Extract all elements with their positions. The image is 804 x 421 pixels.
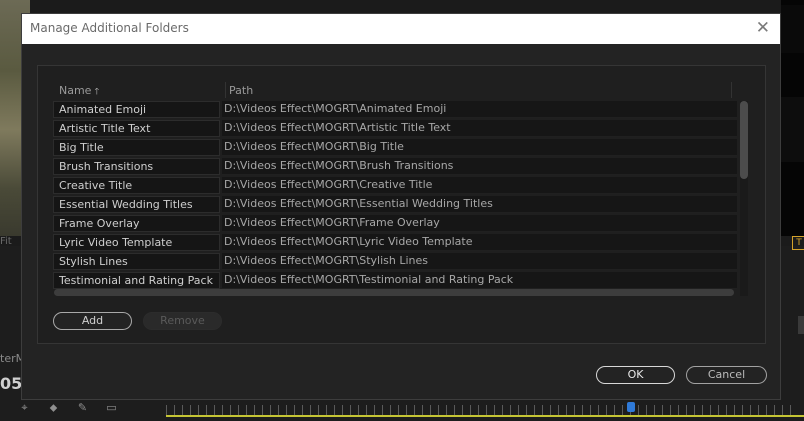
right-panel-block — [781, 5, 804, 53]
column-separator[interactable] — [225, 82, 226, 98]
vertical-scrollbar-thumb[interactable] — [740, 101, 748, 179]
folder-name-field[interactable]: Artistic Title Text — [53, 120, 220, 137]
table-row[interactable]: Big Title D:\Videos Effect\MOGRT\Big Tit… — [53, 138, 750, 157]
folder-name-field[interactable]: Big Title — [53, 139, 220, 156]
column-header-name-label: Name — [59, 84, 92, 97]
folder-path-cell[interactable]: D:\Videos Effect\MOGRT\Frame Overlay — [222, 215, 737, 232]
folder-list: Animated Emoji D:\Videos Effect\MOGRT\An… — [53, 100, 750, 298]
text-tool-badge[interactable]: T — [792, 236, 804, 250]
marker-icon[interactable]: ⬥ — [47, 401, 60, 414]
wrench-icon[interactable]: ✎ — [76, 401, 89, 414]
add-button[interactable]: Add — [53, 312, 132, 330]
playhead[interactable] — [627, 402, 635, 412]
captions-icon[interactable]: ▭ — [105, 401, 118, 414]
folder-path-cell[interactable]: D:\Videos Effect\MOGRT\Stylish Lines — [222, 253, 737, 270]
cancel-button[interactable]: Cancel — [686, 366, 767, 384]
timeline-toolbar: ⌖ ⬥ ✎ ▭ — [18, 401, 118, 414]
folder-name-field[interactable]: Testimonial and Rating Pack — [53, 272, 220, 289]
folder-name-field[interactable]: Creative Title — [53, 177, 220, 194]
column-header-name[interactable]: Name 🡑 — [59, 84, 99, 100]
vertical-scrollbar[interactable] — [740, 101, 748, 296]
table-row[interactable]: Lyric Video Template D:\Videos Effect\MO… — [53, 233, 750, 252]
table-row[interactable]: Testimonial and Rating Pack D:\Videos Ef… — [53, 271, 750, 290]
dialog-title: Manage Additional Folders — [30, 21, 189, 35]
table-row[interactable]: Brush Transitions D:\Videos Effect\MOGRT… — [53, 157, 750, 176]
timeline-work-area-bar — [166, 415, 804, 417]
folder-name-field[interactable]: Animated Emoji — [53, 101, 220, 118]
folder-list-panel: Name 🡑 Path Animated Emoji D:\Videos Effe… — [37, 65, 766, 344]
folder-path-cell[interactable]: D:\Videos Effect\MOGRT\Lyric Video Templ… — [222, 234, 737, 251]
folder-name-field[interactable]: Essential Wedding Titles — [53, 196, 220, 213]
column-separator[interactable] — [731, 82, 732, 98]
ok-button[interactable]: OK — [596, 366, 675, 384]
sort-up-arrow-icon: 🡑 — [94, 87, 100, 97]
table-row[interactable]: Animated Emoji D:\Videos Effect\MOGRT\An… — [53, 100, 750, 119]
table-row[interactable]: Essential Wedding Titles D:\Videos Effec… — [53, 195, 750, 214]
folder-path-cell[interactable]: D:\Videos Effect\MOGRT\Big Title — [222, 139, 737, 156]
folder-path-cell[interactable]: D:\Videos Effect\MOGRT\Testimonial and R… — [222, 272, 737, 289]
folder-path-cell[interactable]: D:\Videos Effect\MOGRT\Creative Title — [222, 177, 737, 194]
folder-path-cell[interactable]: D:\Videos Effect\MOGRT\Artistic Title Te… — [222, 120, 737, 137]
right-panel-block — [781, 97, 804, 162]
folder-name-field[interactable]: Frame Overlay — [53, 215, 220, 232]
remove-button[interactable]: Remove — [143, 312, 222, 330]
timeline-ruler[interactable] — [166, 405, 796, 415]
background-scroll-handle — [798, 316, 804, 334]
table-row[interactable]: Creative Title D:\Videos Effect\MOGRT\Cr… — [53, 176, 750, 195]
dialog-titlebar[interactable]: Manage Additional Folders ✕ — [22, 14, 780, 44]
table-row[interactable]: Stylish Lines D:\Videos Effect\MOGRT\Sty… — [53, 252, 750, 271]
folder-path-cell[interactable]: D:\Videos Effect\MOGRT\Brush Transitions — [222, 158, 737, 175]
table-row[interactable]: Frame Overlay D:\Videos Effect\MOGRT\Fra… — [53, 214, 750, 233]
column-header-path-label: Path — [229, 84, 254, 97]
folder-name-field[interactable]: Lyric Video Template — [53, 234, 220, 251]
snap-icon[interactable]: ⌖ — [18, 401, 31, 414]
close-icon[interactable]: ✕ — [756, 18, 770, 38]
folder-path-cell[interactable]: D:\Videos Effect\MOGRT\Animated Emoji — [222, 101, 737, 118]
manage-additional-folders-dialog: Manage Additional Folders ✕ Name 🡑 Path A… — [21, 13, 781, 400]
folder-name-field[interactable]: Brush Transitions — [53, 158, 220, 175]
background-right-panel — [781, 0, 804, 236]
folder-path-cell[interactable]: D:\Videos Effect\MOGRT\Essential Wedding… — [222, 196, 737, 213]
horizontal-scrollbar[interactable] — [54, 289, 734, 296]
folder-name-field[interactable]: Stylish Lines — [53, 253, 220, 270]
fit-label: Fit — [0, 236, 12, 247]
table-row[interactable]: Artistic Title Text D:\Videos Effect\MOG… — [53, 119, 750, 138]
column-header-path[interactable]: Path — [229, 84, 253, 97]
